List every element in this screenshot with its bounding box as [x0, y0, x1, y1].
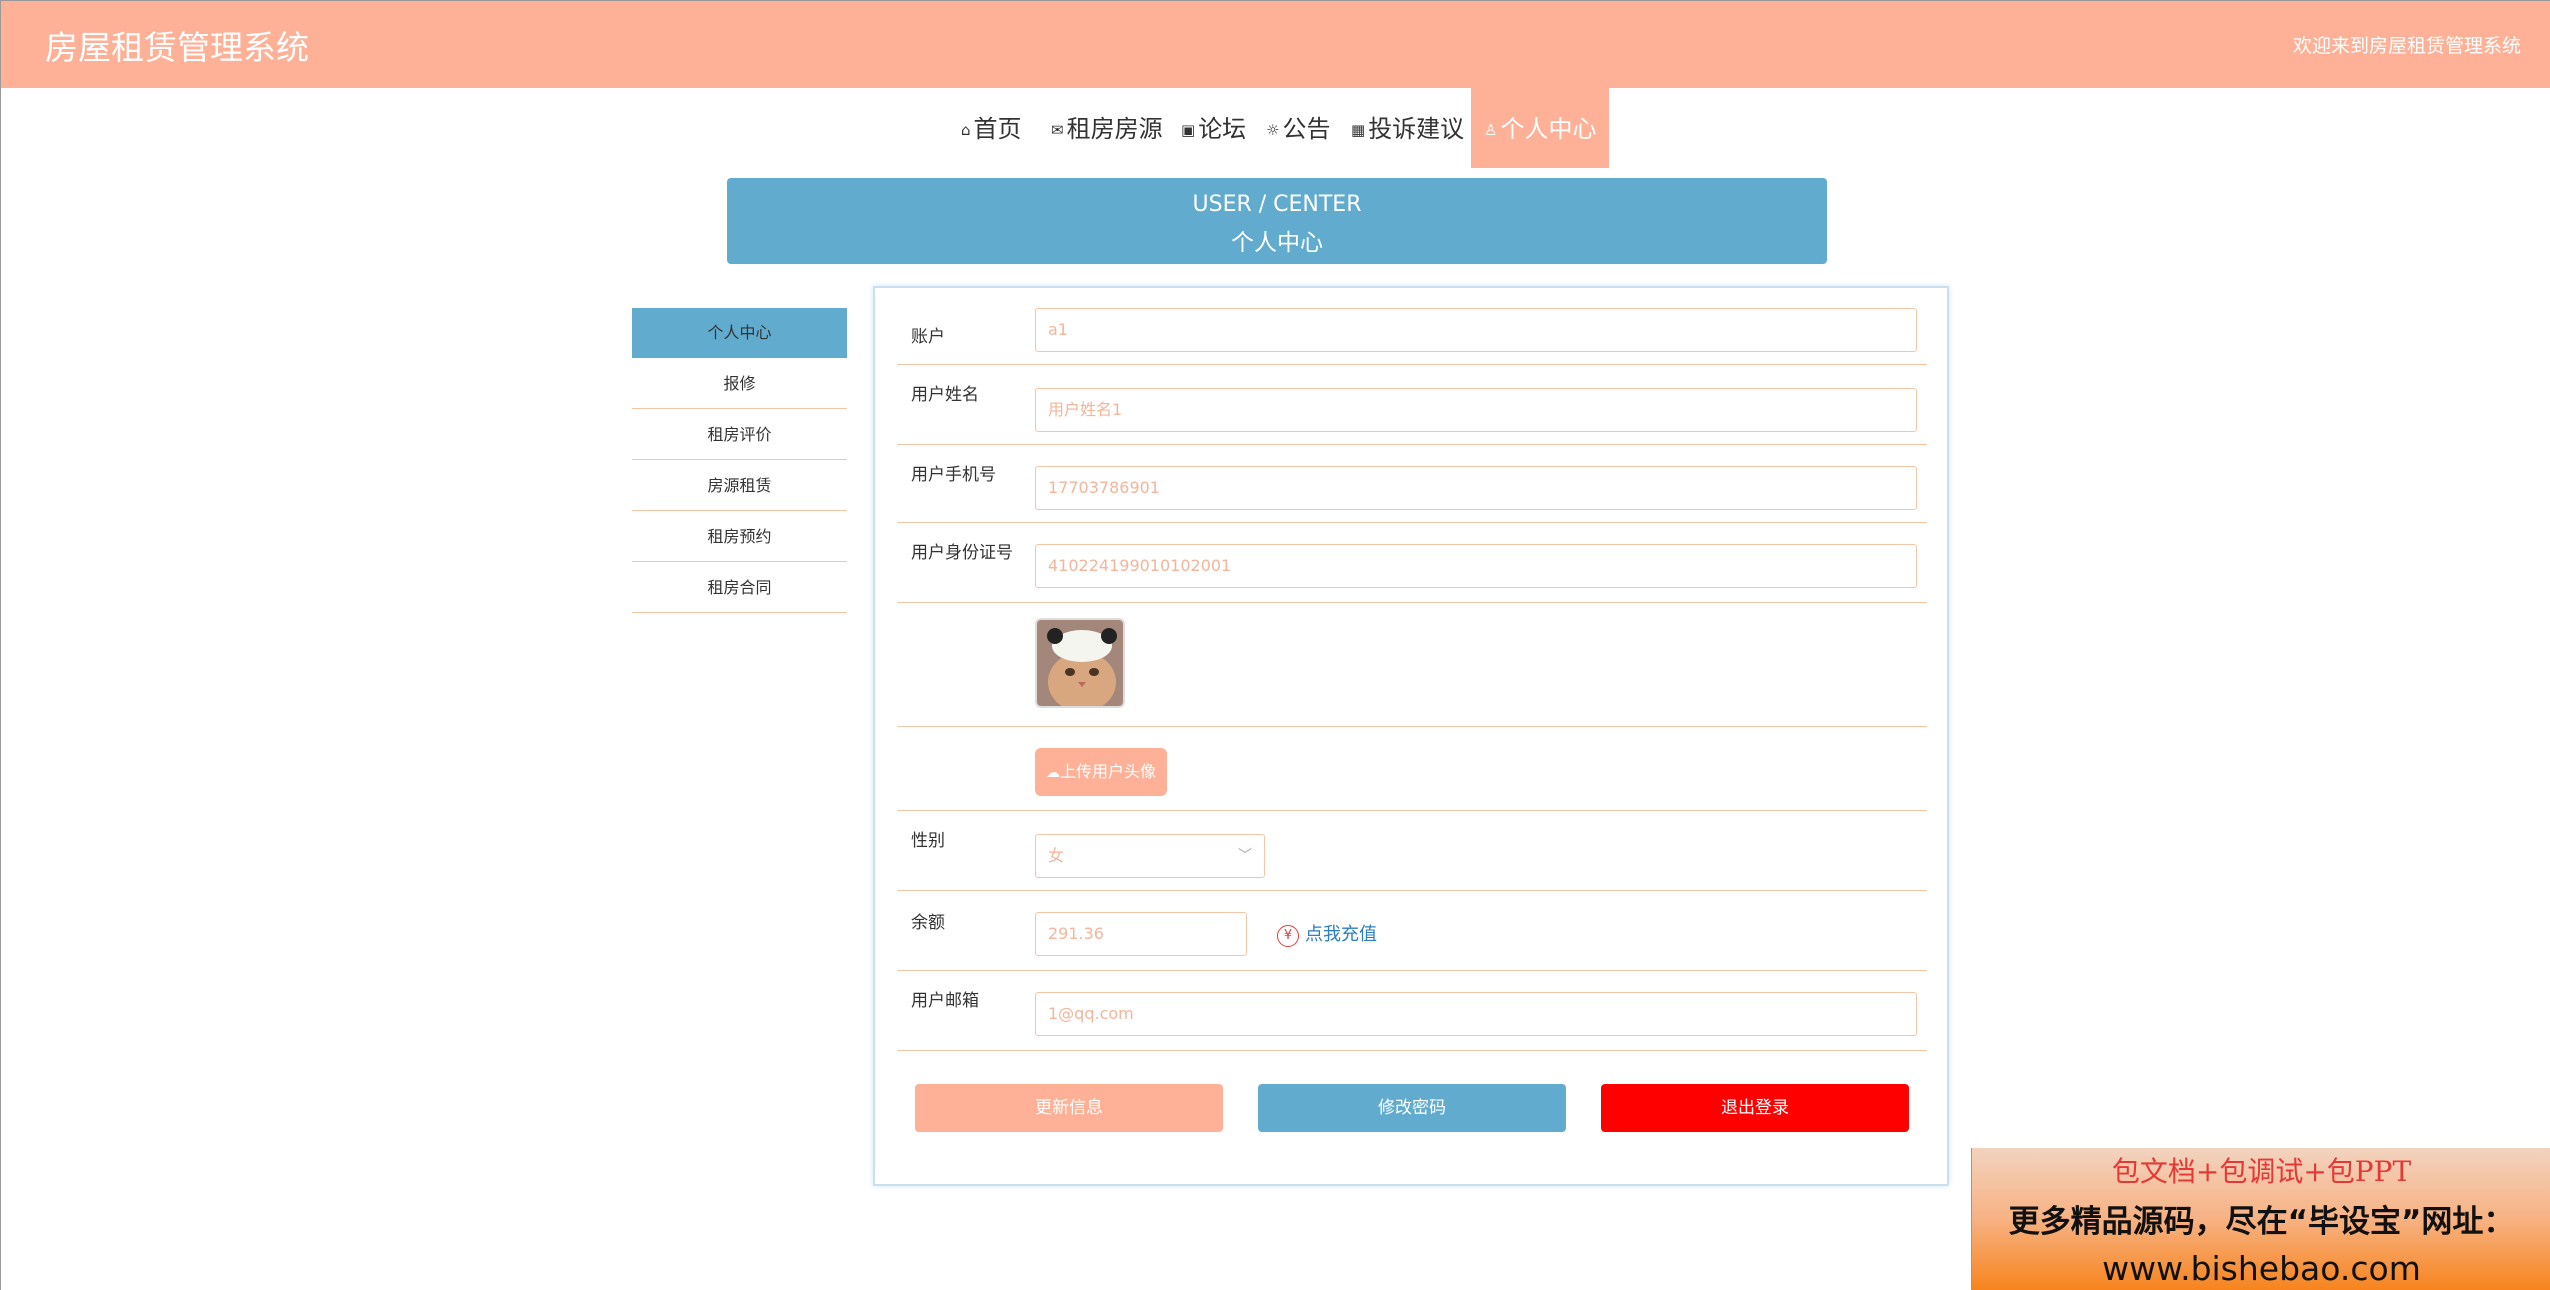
change-password-button[interactable]: 修改密码	[1258, 1084, 1566, 1132]
sun-icon: ☼	[1266, 121, 1280, 139]
cat-avatar-image	[1037, 620, 1123, 706]
nav-item-label: 公告	[1282, 115, 1331, 143]
id-number-field[interactable]: 410224199010102001	[1035, 544, 1917, 588]
recharge-label: 点我充值	[1305, 924, 1377, 945]
nav-item-home[interactable]: ⌂ 首页	[961, 88, 1022, 168]
nav-item-label: 个人中心	[1500, 115, 1597, 143]
page-banner: USER / CENTER 个人中心	[727, 178, 1827, 264]
username-label: 用户姓名	[911, 385, 979, 405]
chevron-down-icon: ﹀	[1238, 848, 1252, 864]
username-field[interactable]: 用户姓名1	[1035, 388, 1917, 432]
nav-item-label: 论坛	[1198, 115, 1247, 143]
promo-line-2: 更多精品源码，尽在“毕设宝”网址：	[2008, 1204, 2515, 1240]
promo-banner: 包文档+包调试+包PPT 更多精品源码，尽在“毕设宝”网址： www.bishe…	[1971, 1148, 2550, 1290]
home-icon: ⌂	[961, 121, 971, 139]
form-row-balance: 余额 291.36 ¥ 点我充值	[897, 892, 1927, 971]
form-row-avatar	[897, 604, 1927, 727]
nav-item-notice[interactable]: ☼ 公告	[1266, 88, 1330, 168]
top-header: 房屋租赁管理系统 欢迎来到房屋租赁管理系统	[1, 0, 2550, 88]
upload-avatar-label: 上传用户头像	[1059, 762, 1156, 781]
cloud-upload-icon: ☁	[1045, 765, 1060, 781]
yen-icon: ¥	[1277, 925, 1299, 947]
nav-item-label: 投诉建议	[1368, 115, 1465, 143]
form-row-gender: 性别 女 ﹀	[897, 812, 1927, 891]
nav-item-complaints[interactable]: ▦ 投诉建议	[1351, 88, 1464, 168]
promo-line-1: 包文档+包调试+包PPT	[2111, 1155, 2412, 1188]
gift-icon: ▣	[1181, 121, 1196, 139]
mail-icon: ✉	[1051, 121, 1064, 139]
balance-field[interactable]: 291.36	[1035, 912, 1247, 956]
logout-button[interactable]: 退出登录	[1601, 1084, 1909, 1132]
form-row-account: 账户 a1	[897, 308, 1927, 365]
gender-value: 女	[1048, 846, 1065, 865]
welcome-text: 欢迎来到房屋租赁管理系统	[2292, 35, 2521, 57]
user-icon: ♙	[1484, 121, 1498, 139]
main-nav: ⌂ 首页 ✉ 租房房源 ▣ 论坛 ☼ 公告 ▦ 投诉建议 ♙ 个人中心	[1, 88, 2550, 168]
nav-item-label: 租房房源	[1066, 115, 1163, 143]
form-row-username: 用户姓名 用户姓名1	[897, 366, 1927, 445]
upload-avatar-button[interactable]: ☁上传用户头像	[1035, 748, 1167, 796]
sidebar-item-user-center[interactable]: 个人中心	[632, 308, 847, 358]
gender-select[interactable]: 女 ﹀	[1035, 834, 1265, 878]
update-info-button[interactable]: 更新信息	[915, 1084, 1223, 1132]
phone-field[interactable]: 17703786901	[1035, 466, 1917, 510]
id-number-label: 用户身份证号	[911, 543, 1013, 563]
email-field[interactable]: 1@qq.com	[1035, 992, 1917, 1036]
grid-icon: ▦	[1351, 121, 1366, 139]
nav-item-listings[interactable]: ✉ 租房房源	[1051, 88, 1163, 168]
email-label: 用户邮箱	[911, 991, 979, 1011]
account-label: 账户	[911, 327, 945, 347]
promo-url: www.bishebao.com	[2102, 1249, 2421, 1288]
form-row-phone: 用户手机号 17703786901	[897, 446, 1927, 523]
sidebar: 个人中心 报修 租房评价 房源租赁 租房预约 租房合同	[632, 308, 847, 614]
form-row-email: 用户邮箱 1@qq.com	[897, 972, 1927, 1051]
gender-label: 性别	[911, 831, 945, 851]
form-row-id-number: 用户身份证号 410224199010102001	[897, 524, 1927, 603]
sidebar-item-rental[interactable]: 房源租赁	[632, 461, 847, 511]
banner-title-cn: 个人中心	[1231, 230, 1323, 256]
sidebar-item-repair[interactable]: 报修	[632, 359, 847, 409]
sidebar-item-contract[interactable]: 租房合同	[632, 563, 847, 613]
nav-item-label: 首页	[973, 115, 1022, 143]
profile-form-panel: 账户 a1 用户姓名 用户姓名1 用户手机号 17703786901 用户身份证…	[873, 286, 1949, 1186]
nav-item-user-center[interactable]: ♙ 个人中心	[1471, 88, 1610, 168]
nav-item-forum[interactable]: ▣ 论坛	[1181, 88, 1246, 168]
avatar	[1035, 618, 1125, 708]
sidebar-item-review[interactable]: 租房评价	[632, 410, 847, 460]
phone-label: 用户手机号	[911, 465, 996, 485]
balance-label: 余额	[911, 913, 945, 933]
account-field[interactable]: a1	[1035, 308, 1917, 352]
sidebar-item-booking[interactable]: 租房预约	[632, 512, 847, 562]
recharge-link[interactable]: ¥ 点我充值	[1277, 920, 1377, 947]
banner-title-en: USER / CENTER	[1192, 192, 1362, 217]
site-title: 房屋租赁管理系统	[45, 28, 309, 67]
form-row-upload: ☁上传用户头像	[897, 728, 1927, 811]
